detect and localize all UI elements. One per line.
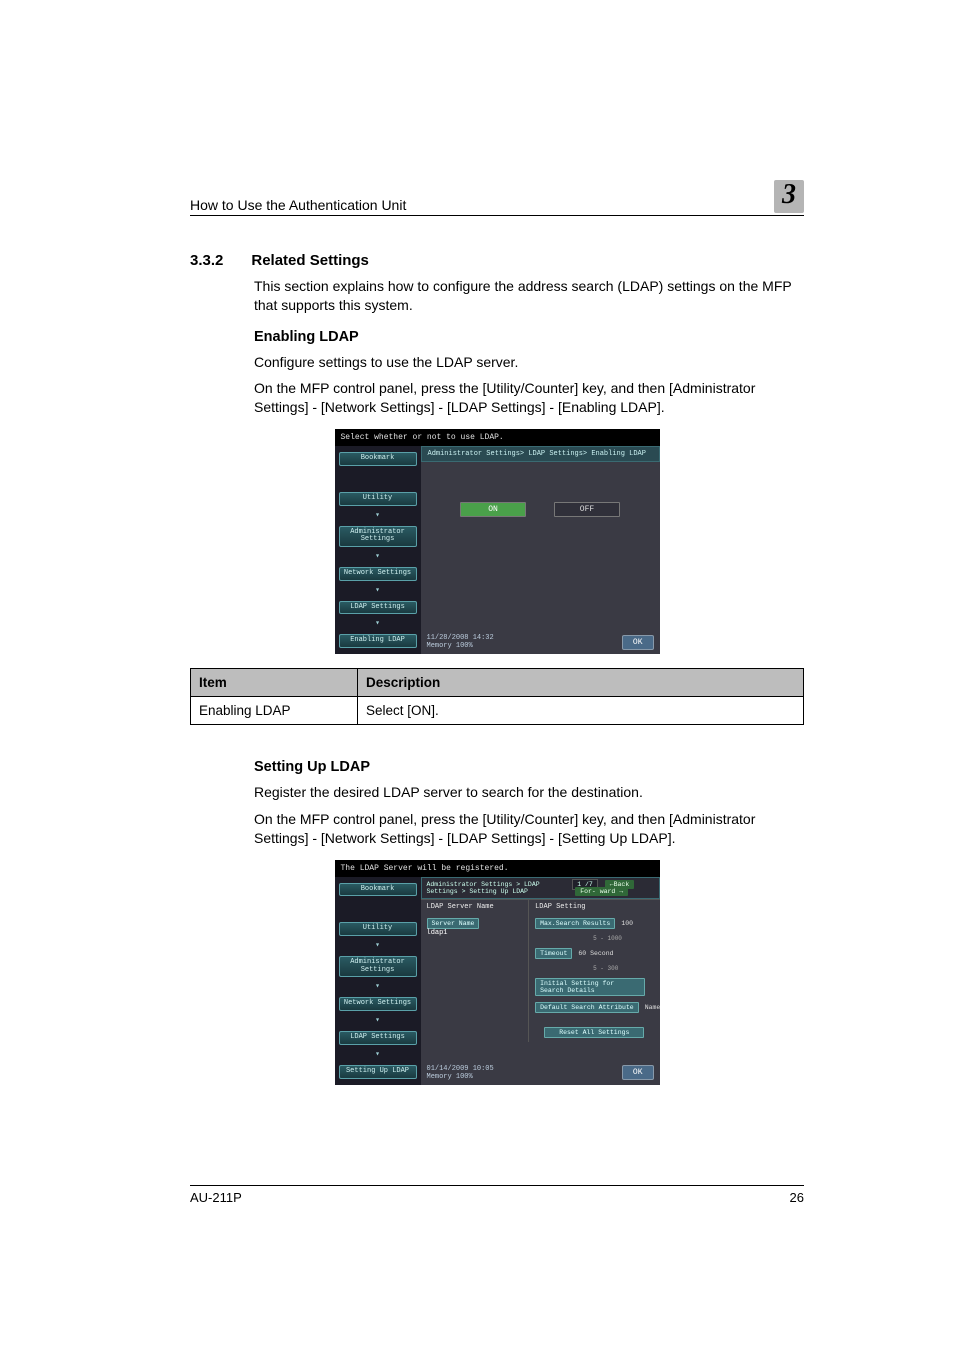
breadcrumb: Administrator Settings > LDAP Settings >…: [421, 877, 660, 899]
footer-pageno: 26: [790, 1190, 804, 1205]
sidebar-utility[interactable]: Utility: [339, 492, 417, 506]
mfp2-title: The LDAP Server will be registered.: [335, 860, 660, 877]
setup-heading: Setting Up LDAP: [254, 759, 804, 775]
mfp2-memory: Memory 100%: [427, 1073, 494, 1081]
option-on[interactable]: ON: [460, 502, 526, 517]
reset-all-button[interactable]: Reset All Settings: [544, 1027, 644, 1038]
enabling-table: Item Description Enabling LDAP Select [O…: [190, 668, 804, 725]
mfp1-title: Select whether or not to use LDAP.: [335, 429, 660, 446]
chevron-down-icon: ▾: [339, 1051, 417, 1059]
crumb-text: Administrator Settings > LDAP Settings >…: [427, 881, 573, 895]
sidebar-ldap[interactable]: LDAP Settings: [339, 601, 417, 615]
td-desc: Select [ON].: [358, 697, 804, 725]
chevron-down-icon: ▾: [339, 620, 417, 628]
timeout-button[interactable]: Timeout: [535, 948, 572, 959]
chevron-down-icon: ▾: [339, 942, 417, 950]
server-name-value: ldap1: [427, 929, 448, 937]
max-results-button[interactable]: Max.Search Results: [535, 918, 615, 929]
default-attr-button[interactable]: Default Search Attribute: [535, 1002, 639, 1013]
enabling-line1: Configure settings to use the LDAP serve…: [254, 353, 804, 372]
server-name-button[interactable]: Server Name: [427, 918, 480, 929]
chevron-down-icon: ▾: [339, 983, 417, 991]
timeout-range: 5 - 300: [593, 965, 653, 972]
chapter-badge: 3: [774, 180, 804, 213]
section-intro: This section explains how to configure t…: [254, 277, 804, 315]
footer-model: AU-211P: [190, 1190, 242, 1205]
default-attr-value: Name: [645, 1004, 661, 1011]
page-header: How to Use the Authentication Unit 3: [190, 180, 804, 216]
bookmark-button[interactable]: Bookmark: [339, 452, 417, 466]
chevron-down-icon: ▾: [339, 587, 417, 595]
max-results-value: 100: [621, 920, 633, 927]
th-item: Item: [191, 669, 358, 697]
section-number: 3.3.2: [190, 252, 223, 269]
td-item: Enabling LDAP: [191, 697, 358, 725]
mfp1-sidebar: Bookmark Utility ▾ Administrator Setting…: [335, 446, 421, 654]
chevron-down-icon: ▾: [339, 512, 417, 520]
timeout-value: 60 Second: [578, 950, 613, 957]
enabling-heading: Enabling LDAP: [254, 329, 804, 345]
col-server-name: LDAP Server Name: [421, 900, 530, 914]
enabling-line2: On the MFP control panel, press the [Uti…: [254, 379, 804, 417]
th-desc: Description: [358, 669, 804, 697]
chevron-down-icon: ▾: [339, 1017, 417, 1025]
chevron-down-icon: ▾: [339, 553, 417, 561]
sidebar-admin[interactable]: Administrator Settings: [339, 526, 417, 547]
header-title: How to Use the Authentication Unit: [190, 197, 406, 213]
setup-line2: On the MFP control panel, press the [Uti…: [254, 810, 804, 848]
mfp-enabling-screenshot: Select whether or not to use LDAP. Bookm…: [335, 429, 660, 654]
ok-button[interactable]: OK: [622, 635, 654, 650]
mfp1-memory: Memory 100%: [427, 642, 494, 650]
section-heading: 3.3.2 Related Settings: [190, 252, 804, 269]
mfp1-datetime: 11/28/2008 14:32: [427, 634, 494, 642]
ok-button[interactable]: OK: [622, 1065, 654, 1080]
bookmark-button[interactable]: Bookmark: [339, 883, 417, 897]
sidebar-utility[interactable]: Utility: [339, 922, 417, 936]
setup-line1: Register the desired LDAP server to sear…: [254, 783, 804, 802]
max-results-range: 5 - 1000: [593, 935, 653, 942]
sidebar-network[interactable]: Network Settings: [339, 997, 417, 1011]
sidebar-setup[interactable]: Setting Up LDAP: [339, 1065, 417, 1079]
option-off[interactable]: OFF: [554, 502, 620, 517]
mfp2-datetime: 01/14/2009 10:05: [427, 1065, 494, 1073]
section-title: Related Settings: [251, 252, 369, 269]
sidebar-ldap[interactable]: LDAP Settings: [339, 1031, 417, 1045]
mfp-setup-screenshot: The LDAP Server will be registered. Book…: [335, 860, 660, 1085]
page-footer: AU-211P 26: [190, 1185, 804, 1205]
initial-setting-button[interactable]: Initial Setting for Search Details: [535, 978, 645, 996]
forward-button[interactable]: For- ward →: [575, 887, 628, 896]
col-ldap-setting: LDAP Setting: [529, 900, 659, 914]
sidebar-network[interactable]: Network Settings: [339, 567, 417, 581]
mfp2-sidebar: Bookmark Utility ▾ Administrator Setting…: [335, 877, 421, 1085]
breadcrumb: Administrator Settings> LDAP Settings> E…: [421, 446, 660, 462]
sidebar-admin[interactable]: Administrator Settings: [339, 956, 417, 977]
sidebar-enabling[interactable]: Enabling LDAP: [339, 634, 417, 648]
